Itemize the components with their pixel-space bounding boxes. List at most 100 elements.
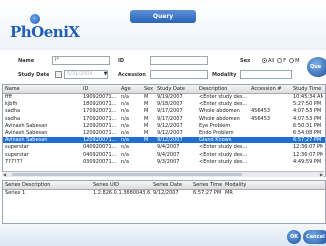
table-cell: n/a bbox=[121, 101, 129, 108]
table-cell: 456453 bbox=[251, 115, 271, 122]
column-header[interactable]: Description bbox=[199, 85, 249, 93]
modality-field[interactable] bbox=[240, 70, 292, 79]
footer-bar bbox=[0, 224, 326, 246]
table-cell: 9/17/2007 bbox=[157, 115, 183, 122]
accession-field[interactable] bbox=[150, 70, 208, 79]
chevron-down-icon[interactable]: ▼ bbox=[102, 71, 109, 78]
table-cell: <Enter study des... bbox=[199, 151, 248, 158]
column-header[interactable]: Accession # bbox=[251, 85, 291, 93]
table-row[interactable]: Series 1 1.2.826.0.1.3680043.6.174...9/12… bbox=[3, 190, 325, 196]
table-cell: 040920071... bbox=[83, 151, 117, 158]
table-row[interactable]: ffff 190920071... n/a M 9/19/2007 <Enter stud… bbox=[3, 94, 325, 100]
table-cell: 1.2.826.0.1.3680043.6.174... bbox=[93, 190, 151, 196]
column-header[interactable]: Name bbox=[5, 85, 81, 93]
column-header[interactable]: Modality bbox=[225, 181, 323, 189]
id-field[interactable] bbox=[150, 56, 208, 65]
scroll-left-icon[interactable]: ◀ bbox=[3, 172, 6, 177]
table-row[interactable]: 7?7?7? 030920071... n/a 9/3/2007 <Enter stud… bbox=[3, 159, 325, 165]
table-cell: Gland Knows bbox=[199, 137, 232, 144]
table-cell: 4:49:59 PM bbox=[293, 158, 322, 165]
column-header[interactable]: Study Time bbox=[293, 85, 323, 93]
table-cell: kjbfh bbox=[5, 101, 18, 108]
table-row[interactable]: superstar 040920071... n/a 9/4/2007 <Enter s… bbox=[3, 144, 325, 150]
table-cell: Whole abdomen bbox=[199, 108, 240, 115]
column-header[interactable]: Series Date bbox=[153, 181, 191, 189]
table-cell: n/a bbox=[121, 130, 129, 136]
sex-label: Sex bbox=[240, 58, 251, 64]
table-row[interactable]: sadha 170920071... n/a M 9/17/2007 Whole abdo… bbox=[3, 116, 325, 122]
sex-option-2[interactable]: M bbox=[289, 58, 299, 64]
table-row[interactable]: Avinash Sabesan 120920071... n/a M 9/12/2007… bbox=[3, 130, 325, 136]
name-field[interactable]: l* bbox=[52, 56, 110, 65]
table-row[interactable]: superstar 040920071... n/a 9/4/2007 <Enter s… bbox=[3, 152, 325, 158]
sex-option-0[interactable]: All bbox=[262, 58, 274, 64]
ok-button[interactable]: OK bbox=[287, 230, 301, 244]
table-cell: 9/12/2007 bbox=[157, 137, 183, 144]
table-row[interactable]: Avinash Sabesan 120920071... n/a M 9/12/2007… bbox=[3, 137, 325, 144]
horizontal-scrollbar[interactable]: ◀ ▶ bbox=[2, 171, 324, 177]
sex-option-label: All bbox=[268, 58, 275, 64]
table-cell: M bbox=[144, 137, 149, 144]
sex-option-1[interactable]: F bbox=[277, 58, 286, 64]
table-cell: M bbox=[144, 101, 149, 108]
table-cell: 180920071... bbox=[83, 101, 117, 108]
table-cell: sadha bbox=[5, 115, 21, 122]
calendar-icon[interactable] bbox=[55, 71, 62, 78]
column-header[interactable]: Sex bbox=[144, 85, 155, 93]
table-row[interactable]: sadha 170920071... n/a M 9/17/2007 Whole abdo… bbox=[3, 108, 325, 114]
sex-option-label: M bbox=[295, 58, 300, 64]
name-label: Name bbox=[18, 58, 35, 64]
table-cell: 456453 bbox=[251, 108, 271, 115]
column-header[interactable]: Series Time bbox=[193, 181, 223, 189]
column-header[interactable]: ID bbox=[83, 85, 119, 93]
table-cell: 030920071... bbox=[83, 158, 117, 165]
column-header[interactable]: Study Date bbox=[157, 85, 197, 93]
table-cell: 6:57:27 PM bbox=[293, 137, 322, 144]
table-cell: Avinash Sabesan bbox=[5, 137, 48, 144]
table-cell: Endo Problem bbox=[199, 130, 234, 136]
table-cell: <Enter study des... bbox=[199, 94, 248, 100]
table-cell: n/a bbox=[121, 158, 129, 165]
column-header[interactable]: Age bbox=[121, 85, 142, 93]
id-label: ID bbox=[118, 58, 125, 64]
table-cell: 9/19/2007 bbox=[157, 94, 183, 100]
table-cell: 190920071... bbox=[83, 94, 117, 100]
table-cell: 6:50:31 PM bbox=[293, 122, 322, 129]
table-row[interactable]: kjbfh 180920071... n/a M 9/18/2007 <Enter stu… bbox=[3, 101, 325, 107]
scrollbar-thumb[interactable] bbox=[12, 173, 242, 176]
table-cell: 7?7?7? bbox=[5, 158, 23, 165]
table-cell: M bbox=[144, 108, 149, 115]
column-header[interactable]: Series Description bbox=[5, 181, 91, 189]
table-header: Series Description Series UID Series Date S… bbox=[3, 181, 325, 190]
table-cell: 9/12/2007 bbox=[153, 190, 179, 196]
radio-icon[interactable] bbox=[289, 58, 295, 63]
sex-option-label: F bbox=[283, 58, 287, 64]
table-cell: n/a bbox=[121, 108, 129, 115]
column-header[interactable]: Series UID bbox=[93, 181, 151, 189]
table-cell: Avinash Sabesan bbox=[5, 122, 48, 129]
table-cell: n/a bbox=[121, 94, 129, 100]
table-cell: n/a bbox=[121, 151, 129, 158]
table-cell: 6:54:08 PM bbox=[293, 130, 322, 136]
table-cell: 6:57:27 PM bbox=[193, 190, 222, 196]
table-cell: 10:45:34 AM bbox=[293, 94, 323, 100]
scroll-right-icon[interactable]: ▶ bbox=[320, 172, 323, 177]
table-cell: 040920071... bbox=[83, 144, 117, 151]
table-cell: Eye Problem bbox=[199, 122, 231, 129]
table-cell: <Enter study des... bbox=[199, 101, 248, 108]
radio-icon[interactable] bbox=[277, 58, 283, 63]
table-row[interactable]: Avinash Sabesan 120920071... n/a M 9/12/2007… bbox=[3, 123, 325, 129]
accession-label: Accession bbox=[118, 72, 146, 78]
query-search-button[interactable]: Que bbox=[307, 57, 326, 77]
table-cell: Series 1 bbox=[5, 190, 26, 196]
table-cell: M bbox=[144, 94, 149, 100]
radio-icon[interactable] bbox=[262, 58, 267, 63]
table-cell: MR bbox=[225, 190, 233, 196]
table-cell: 9/3/2007 bbox=[157, 158, 180, 165]
table-cell: n/a bbox=[121, 122, 129, 129]
table-cell: n/a bbox=[121, 115, 129, 122]
series-table: Series Description Series UID Series Date S… bbox=[2, 180, 326, 224]
cancel-button[interactable]: Cancel bbox=[303, 230, 326, 244]
tab-query[interactable]: Query bbox=[130, 10, 196, 23]
table-cell: M bbox=[144, 122, 149, 129]
